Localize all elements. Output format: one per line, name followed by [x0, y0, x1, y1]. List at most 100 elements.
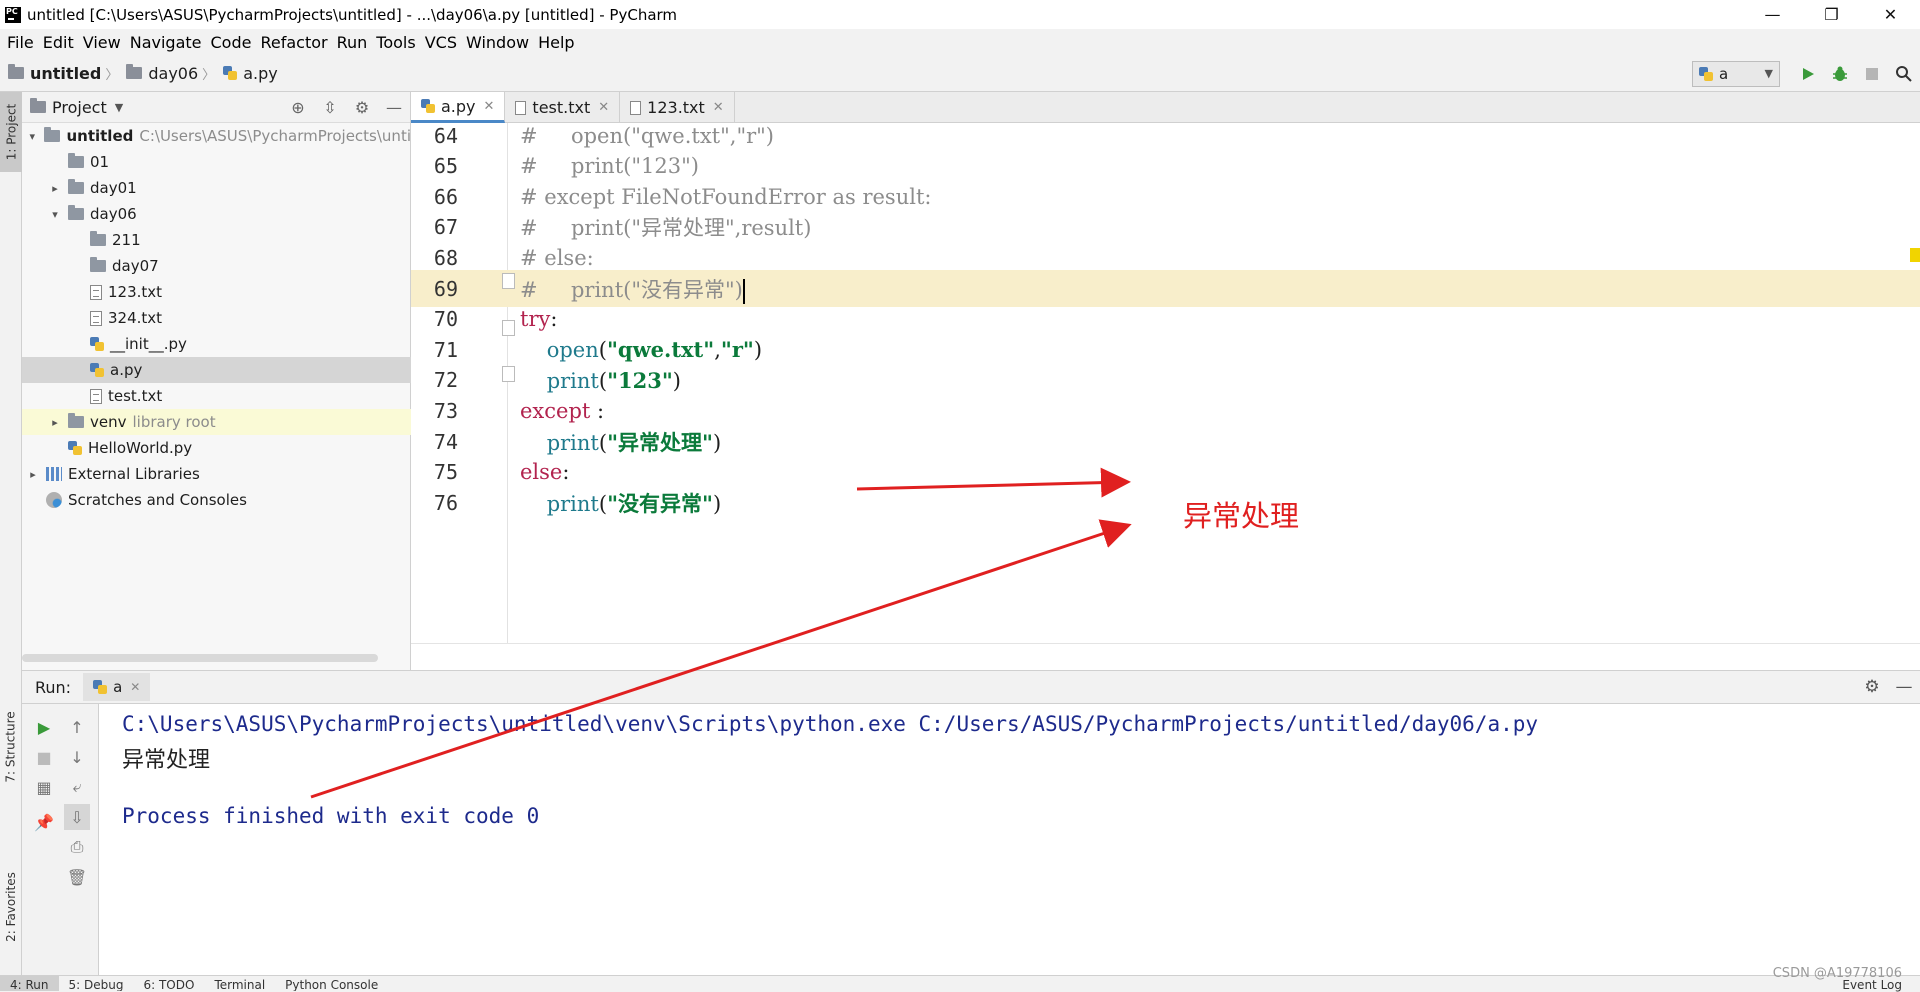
menu-refactor[interactable]: Refactor — [260, 33, 327, 52]
close-button[interactable]: ✕ — [1861, 0, 1920, 29]
code-token: "异常处理" — [607, 429, 713, 455]
bottom-tool-button[interactable]: 6: TODO — [133, 976, 204, 991]
chevron-right-icon[interactable]: ▸ — [48, 416, 62, 429]
code-token: open — [546, 338, 599, 363]
bottom-tool-button[interactable]: 4: Run — [0, 976, 59, 991]
tree-item[interactable]: ▸ day01 — [22, 175, 411, 201]
bottom-tool-button[interactable]: Terminal — [204, 976, 275, 991]
tree-item[interactable]: test.txt — [22, 383, 411, 409]
fold-marker-icon[interactable] — [502, 273, 515, 289]
menu-run[interactable]: Run — [337, 33, 368, 52]
chevron-right-icon[interactable]: ▸ — [48, 182, 62, 195]
tree-item[interactable]: 211 — [22, 227, 411, 253]
print-icon[interactable]: ⎙ — [64, 834, 90, 860]
horizontal-scrollbar[interactable] — [22, 654, 378, 662]
tree-item-label: day01 — [90, 179, 137, 197]
tab-project-label: 1: Project — [4, 103, 18, 161]
tree-item[interactable]: Scratches and Consoles — [22, 487, 411, 513]
editor-tab[interactable]: a.py ✕ — [411, 92, 506, 123]
line-number: 64 — [433, 123, 458, 148]
minimize-button[interactable]: — — [1743, 0, 1802, 29]
bottom-tool-button[interactable]: Python Console — [275, 976, 388, 991]
run-button[interactable] — [1792, 55, 1824, 92]
menu-window[interactable]: Window — [466, 33, 529, 52]
bottom-tool-button[interactable]: 5: Debug — [59, 976, 134, 991]
editor-tab[interactable]: 123.txt ✕ — [620, 92, 735, 123]
menu-file[interactable]: File — [7, 33, 34, 52]
soft-wrap-icon[interactable]: ⤶ — [64, 774, 90, 800]
tree-item[interactable]: ▸ venv library root — [22, 409, 411, 435]
arrow-down-icon[interactable]: ↓ — [64, 744, 90, 770]
run-tab-a[interactable]: a ✕ — [83, 673, 151, 701]
close-icon[interactable]: ✕ — [484, 99, 495, 114]
menu-navigate[interactable]: Navigate — [130, 33, 202, 52]
project-view-select[interactable]: Project ▼ — [30, 98, 123, 117]
tab-structure-tool-window[interactable]: 7: Structure — [0, 692, 22, 802]
layout-icon[interactable]: ▦ — [31, 774, 57, 800]
code-token: : — [550, 307, 558, 332]
code-token: print — [546, 491, 599, 516]
debug-button[interactable] — [1824, 55, 1856, 92]
close-icon[interactable]: ✕ — [598, 100, 609, 115]
line-number: 68 — [433, 245, 458, 270]
menu-vcs[interactable]: VCS — [425, 33, 457, 52]
hide-panel-icon[interactable]: — — [378, 98, 410, 117]
gear-icon[interactable]: ⚙ — [346, 98, 378, 117]
breadcrumb-project[interactable]: untitled 〉 — [8, 64, 118, 83]
editor-tab[interactable]: test.txt ✕ — [505, 92, 621, 123]
menu-view[interactable]: View — [83, 33, 121, 52]
close-icon[interactable]: ✕ — [713, 100, 724, 115]
menu-tools[interactable]: Tools — [376, 33, 415, 52]
hide-panel-icon[interactable]: — — [1888, 677, 1920, 697]
collapse-all-icon[interactable]: ⇳ — [314, 98, 346, 117]
tree-item[interactable]: 324.txt — [22, 305, 411, 331]
tree-item[interactable]: ▸ External Libraries — [22, 461, 411, 487]
code-token: "没有异常" — [607, 490, 713, 516]
code-text: print("123") — [520, 368, 681, 393]
tab-project-tool-window[interactable]: 1: Project — [0, 92, 22, 172]
chevron-right-icon[interactable]: ▸ — [26, 468, 40, 481]
stop-button[interactable] — [1856, 55, 1888, 92]
pycharm-logo-icon: PC — [5, 6, 21, 23]
tree-item[interactable]: ▾ untitled C:\Users\ASUS\PycharmProjects\u… — [22, 123, 411, 149]
code-text: try: — [520, 307, 557, 331]
fold-marker-icon[interactable] — [502, 366, 515, 382]
warning-marker-icon[interactable] — [1910, 248, 1920, 262]
tree-item[interactable]: a.py — [22, 357, 411, 383]
gear-icon[interactable]: ⚙ — [1856, 677, 1888, 697]
breadcrumb-folder[interactable]: day06 〉 — [126, 64, 215, 83]
chevron-down-icon[interactable]: ▾ — [48, 208, 62, 221]
menu-edit[interactable]: Edit — [43, 33, 74, 52]
menu-help[interactable]: Help — [538, 33, 574, 52]
pin-icon[interactable]: 📌 — [31, 809, 57, 835]
tree-item[interactable]: ▾ day06 — [22, 201, 411, 227]
chevron-down-icon[interactable]: ▾ — [26, 130, 38, 143]
event-log-button[interactable]: Event Log — [1842, 978, 1902, 992]
code-token: # print("123") — [520, 154, 699, 179]
tab-favorites-tool-window[interactable]: 2: Favorites — [0, 852, 22, 962]
scroll-to-end-icon[interactable]: ⇩ — [64, 804, 90, 830]
search-everywhere-button[interactable] — [1888, 55, 1920, 92]
fold-marker-icon[interactable] — [502, 320, 515, 336]
tree-item[interactable]: 123.txt — [22, 279, 411, 305]
arrow-up-icon[interactable]: ↑ — [64, 714, 90, 740]
breadcrumb-file[interactable]: a.py — [223, 64, 278, 83]
restore-button[interactable]: ❐ — [1802, 0, 1861, 29]
code-area[interactable]: 64 # open("qwe.txt","r") 65 # print("123") 6… — [411, 123, 1920, 670]
run-console[interactable]: C:\Users\ASUS\PycharmProjects\untitled\v… — [99, 704, 1920, 975]
tree-item[interactable]: day07 — [22, 253, 411, 279]
stop-icon[interactable]: ■ — [31, 744, 57, 770]
rerun-icon[interactable]: ▶ — [31, 714, 57, 740]
tree-item[interactable]: __init__.py — [22, 331, 411, 357]
tree-item[interactable]: 01 — [22, 149, 411, 175]
run-configuration-select[interactable]: a ▼ — [1692, 60, 1780, 87]
trash-icon[interactable]: 🗑 — [64, 864, 90, 890]
code-token: ) — [712, 430, 722, 455]
code-line[interactable]: 76 print("没有异常") — [411, 484, 1920, 521]
locate-file-icon[interactable]: ⊕ — [282, 98, 314, 117]
run-side-toolbar: ▶ ■ ↑ ↓ ⤶ ▦ ⇩ 📌 ⎙ 🗑 — [22, 704, 99, 975]
menu-code[interactable]: Code — [211, 33, 252, 52]
close-icon[interactable]: ✕ — [130, 680, 140, 694]
tree-item[interactable]: HelloWorld.py — [22, 435, 411, 461]
